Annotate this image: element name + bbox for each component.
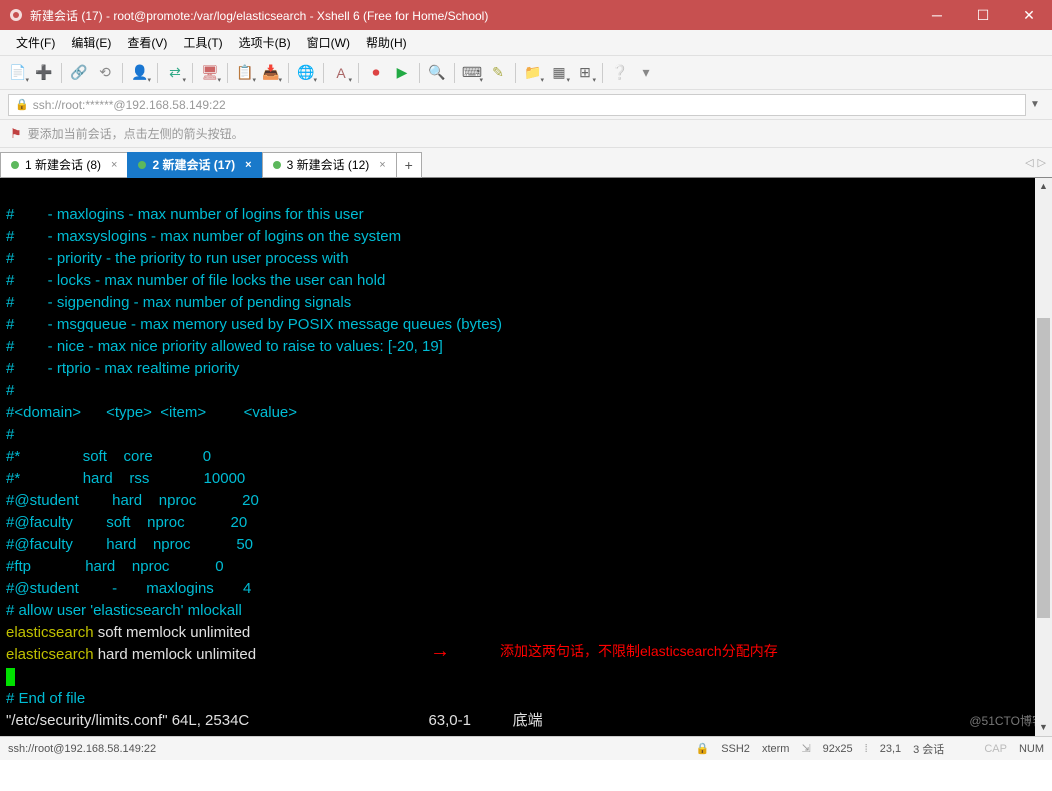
dropdown-icon[interactable]: ▾ xyxy=(634,61,658,85)
tab-next-icon[interactable]: ▷ xyxy=(1038,156,1046,169)
addressbar: 🔒 ssh://root:******@192.168.58.149:22 ▼ xyxy=(0,90,1052,120)
status-address: ssh://root@192.168.58.149:22 xyxy=(8,743,156,755)
status-sessions: 3 会话 xyxy=(913,741,944,757)
layout-icon[interactable]: ▦ xyxy=(547,61,571,85)
play-icon[interactable]: ▶ xyxy=(390,61,414,85)
reconnect-icon[interactable]: ⟲ xyxy=(93,61,117,85)
tab-prev-icon[interactable]: ◁ xyxy=(1025,156,1033,169)
scroll-up-icon[interactable]: ▲ xyxy=(1035,178,1052,195)
cursor-icon: ⁞ xyxy=(865,743,868,755)
highlight-icon[interactable]: ✎ xyxy=(486,61,510,85)
menu-window[interactable]: 窗口(W) xyxy=(299,31,358,54)
copy-icon[interactable]: 📋 xyxy=(233,61,257,85)
folder-icon[interactable]: 📁 xyxy=(521,61,545,85)
status-cursor: 23,1 xyxy=(880,743,901,755)
status-dot-icon xyxy=(138,161,146,169)
tab-label: 2 新建会话 (17) xyxy=(152,156,235,173)
new-session-icon[interactable]: 📄 xyxy=(6,61,30,85)
status-term: xterm xyxy=(762,743,790,755)
transfer-icon[interactable]: ⇄ xyxy=(163,61,187,85)
menu-edit[interactable]: 编辑(E) xyxy=(63,31,119,54)
monitor-icon[interactable]: 🖥 xyxy=(198,61,222,85)
lock-icon: 🔒 xyxy=(15,98,29,111)
font-icon[interactable]: A xyxy=(329,61,353,85)
grid-icon[interactable]: ⊞ xyxy=(573,61,597,85)
menu-tab[interactable]: 选项卡(B) xyxy=(231,31,299,54)
status-dot-icon xyxy=(273,161,281,169)
tab-close-icon[interactable]: × xyxy=(245,159,251,171)
tab-label: 3 新建会话 (12) xyxy=(287,156,370,173)
link-icon[interactable]: 🔗 xyxy=(67,61,91,85)
flag-icon: ⚑ xyxy=(10,126,22,142)
watermark-text: @51CTO博客 xyxy=(969,710,1044,732)
status-dot-icon xyxy=(11,161,19,169)
terminal-scrollbar[interactable]: ▲ ▼ xyxy=(1035,178,1052,736)
menubar: 文件(F) 编辑(E) 查看(V) 工具(T) 选项卡(B) 窗口(W) 帮助(… xyxy=(0,30,1052,56)
menu-view[interactable]: 查看(V) xyxy=(119,31,175,54)
scroll-down-icon[interactable]: ▼ xyxy=(1035,719,1052,736)
menu-tools[interactable]: 工具(T) xyxy=(175,31,230,54)
app-icon xyxy=(8,7,24,23)
annotation-arrow-icon: → xyxy=(430,640,450,662)
hint-text: 要添加当前会话，点击左侧的箭头按钮。 xyxy=(28,125,244,142)
titlebar: 新建会话 (17) - root@promote:/var/log/elasti… xyxy=(0,0,1052,30)
toolbar: 📄 ➕ 🔗 ⟲ 👤 ⇄ 🖥 📋 📥 🌐 A ⏺ ▶ 🔍 ⌨ ✎ 📁 ▦ ⊞ ❔ … xyxy=(0,56,1052,90)
ssh-lock-icon: 🔒 xyxy=(695,742,709,755)
maximize-button[interactable]: ☐ xyxy=(960,0,1006,30)
address-field[interactable]: 🔒 ssh://root:******@192.168.58.149:22 xyxy=(8,94,1026,116)
tab-label: 1 新建会话 (8) xyxy=(25,156,101,173)
status-ssh: SSH2 xyxy=(721,743,750,755)
statusbar: ssh://root@192.168.58.149:22 🔒 SSH2 xter… xyxy=(0,736,1052,760)
globe-icon[interactable]: 🌐 xyxy=(294,61,318,85)
hintbar: ⚑ 要添加当前会话，点击左侧的箭头按钮。 xyxy=(0,120,1052,148)
add-icon[interactable]: ➕ xyxy=(32,61,56,85)
minimize-button[interactable]: ─ xyxy=(914,0,960,30)
scroll-thumb[interactable] xyxy=(1037,318,1050,618)
annotation-text: 添加这两句话，不限制elasticsearch分配内存 xyxy=(500,640,778,662)
tabbar: 1 新建会话 (8) × 2 新建会话 (17) × 3 新建会话 (12) ×… xyxy=(0,148,1052,178)
address-text: ssh://root:******@192.168.58.149:22 xyxy=(33,98,226,112)
status-cap: CAP xyxy=(984,743,1007,755)
help-icon[interactable]: ❔ xyxy=(608,61,632,85)
terminal[interactable]: # - maxlogins - max number of logins for… xyxy=(0,178,1052,736)
address-dropdown-icon[interactable]: ▼ xyxy=(1026,99,1044,110)
size-icon: ⇲ xyxy=(801,742,810,755)
menu-help[interactable]: 帮助(H) xyxy=(358,31,415,54)
tab-close-icon[interactable]: × xyxy=(111,159,117,171)
close-button[interactable]: ✕ xyxy=(1006,0,1052,30)
add-tab-button[interactable]: + xyxy=(396,152,422,178)
tab-session-1[interactable]: 1 新建会话 (8) × xyxy=(0,152,128,178)
tab-session-2[interactable]: 2 新建会话 (17) × xyxy=(127,152,262,178)
search-icon[interactable]: 🔍 xyxy=(425,61,449,85)
tab-nav: ◁ ▷ xyxy=(1025,156,1046,169)
record-icon[interactable]: ⏺ xyxy=(364,61,388,85)
tab-session-3[interactable]: 3 新建会话 (12) × xyxy=(262,152,397,178)
status-size: 92x25 xyxy=(823,743,853,755)
paste-icon[interactable]: 📥 xyxy=(259,61,283,85)
status-num: NUM xyxy=(1019,743,1044,755)
menu-file[interactable]: 文件(F) xyxy=(8,31,63,54)
user-icon[interactable]: 👤 xyxy=(128,61,152,85)
window-title: 新建会话 (17) - root@promote:/var/log/elasti… xyxy=(30,7,914,24)
tab-close-icon[interactable]: × xyxy=(379,159,385,171)
keyboard-icon[interactable]: ⌨ xyxy=(460,61,484,85)
